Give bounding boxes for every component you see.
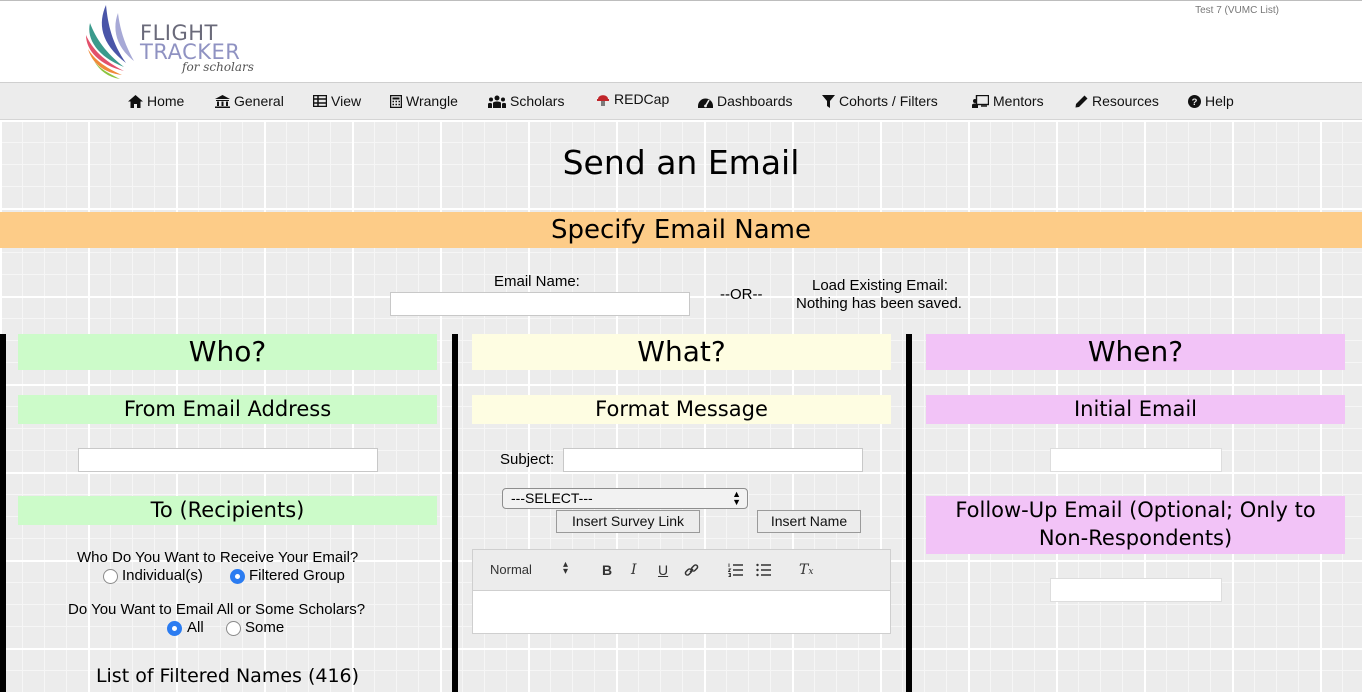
left-border <box>0 334 6 692</box>
page-title: Send an Email <box>562 143 800 182</box>
or-separator: --OR-- <box>720 286 763 303</box>
survey-select[interactable]: ---SELECT--- ▲ ▼ <box>502 488 748 509</box>
top-bar: FLIGHT TRACKER for scholars Test 7 (VUMC… <box>0 0 1362 83</box>
main-nav: Home General View Wrangle Scholars REDCa… <box>0 83 1362 120</box>
follow-up-email-date-input[interactable] <box>1050 578 1222 602</box>
to-recipients-header: To (Recipients) <box>18 496 437 525</box>
who-header: Who? <box>18 334 437 370</box>
filter-icon <box>822 94 835 108</box>
logo-line-for-scholars: for scholars <box>182 60 254 74</box>
nav-help[interactable]: ? Help <box>1188 93 1234 109</box>
survey-select-value: ---SELECT--- <box>511 490 593 506</box>
email-name-input[interactable] <box>390 292 690 316</box>
some-radio-label[interactable]: Some <box>245 619 284 636</box>
bank-icon <box>215 94 230 108</box>
some-radio[interactable] <box>226 621 241 636</box>
nav-dashboards[interactable]: Dashboards <box>698 93 793 109</box>
italic-icon[interactable]: I <box>631 562 637 578</box>
wing-logo-icon <box>86 5 134 79</box>
nav-wrangle-label: Wrangle <box>406 93 458 109</box>
subject-input[interactable] <box>563 448 863 472</box>
editor-toolbar: Normal ▴ ▾ B I U Tx <box>472 549 891 591</box>
nav-view-label: View <box>331 93 362 109</box>
table-icon <box>313 95 327 107</box>
load-existing-email-status: Nothing has been saved. <box>796 295 962 312</box>
filtered-group-radio[interactable] <box>230 569 245 584</box>
individuals-radio-label[interactable]: Individual(s) <box>122 567 203 584</box>
flight-tracker-logo[interactable]: FLIGHT TRACKER for scholars <box>84 3 264 81</box>
message-editor[interactable] <box>472 590 891 634</box>
insert-name-button[interactable]: Insert Name <box>757 510 861 533</box>
all-or-some-question: Do You Want to Email All or Some Scholar… <box>68 601 366 618</box>
project-label: Test 7 (VUMC List) <box>1195 5 1279 16</box>
nav-mentors-label: Mentors <box>993 93 1044 109</box>
filtered-names-list-title: List of Filtered Names (416) <box>95 665 360 687</box>
nav-home[interactable]: Home <box>128 93 184 109</box>
individuals-radio[interactable] <box>103 569 118 584</box>
nav-resources[interactable]: Resources <box>1075 93 1159 109</box>
from-email-input[interactable] <box>78 448 378 472</box>
nav-dashboards-label: Dashboards <box>717 93 793 109</box>
nav-general[interactable]: General <box>215 93 284 109</box>
chalkboard-icon <box>972 94 989 108</box>
clear-formatting-icon[interactable]: Tx <box>799 562 813 578</box>
nav-wrangle[interactable]: Wrangle <box>390 93 458 109</box>
svg-text:?: ? <box>1192 97 1198 108</box>
calculator-icon <box>390 94 402 108</box>
home-icon <box>128 94 143 108</box>
tachometer-icon <box>698 98 713 108</box>
email-name-label: Email Name: <box>494 273 580 290</box>
specify-email-name-banner: Specify Email Name <box>0 212 1362 248</box>
insert-survey-link-button[interactable]: Insert Survey Link <box>556 510 700 533</box>
nav-home-label: Home <box>147 93 185 109</box>
nav-redcap-label: REDCap <box>614 91 670 107</box>
ordered-list-icon[interactable] <box>727 563 743 580</box>
format-dropdown[interactable]: Normal <box>490 562 532 577</box>
format-dropdown-arrows-icon: ▴ ▾ <box>563 559 569 577</box>
nav-cohorts-filters-label: Cohorts / Filters <box>839 93 938 109</box>
link-icon[interactable] <box>684 563 699 581</box>
all-radio-label[interactable]: All <box>187 619 204 636</box>
nav-resources-label: Resources <box>1092 93 1159 109</box>
pencil-icon <box>1075 95 1088 107</box>
nav-scholars[interactable]: Scholars <box>488 93 564 109</box>
what-header: What? <box>472 334 891 370</box>
redcap-icon <box>597 95 609 106</box>
column-divider-1 <box>452 334 458 692</box>
select-arrows-icon: ▲ ▼ <box>732 489 741 507</box>
initial-email-header: Initial Email <box>926 395 1345 424</box>
format-dropdown-value: Normal <box>490 562 532 577</box>
from-email-address-header: From Email Address <box>18 395 437 424</box>
underline-icon[interactable]: U <box>658 562 668 578</box>
when-header: When? <box>926 334 1345 370</box>
nav-scholars-label: Scholars <box>510 93 565 109</box>
nav-help-label: Help <box>1205 93 1234 109</box>
follow-up-email-header: Follow-Up Email (Optional; Only to Non-R… <box>926 496 1345 554</box>
nav-view[interactable]: View <box>313 93 361 109</box>
filtered-group-radio-label[interactable]: Filtered Group <box>249 567 345 584</box>
load-existing-email-label: Load Existing Email: <box>812 277 948 294</box>
nav-redcap[interactable]: REDCap <box>596 91 669 107</box>
nav-cohorts-filters[interactable]: Cohorts / Filters <box>822 93 938 109</box>
nav-mentors[interactable]: Mentors <box>972 93 1044 109</box>
format-message-header: Format Message <box>472 395 891 424</box>
column-divider-2 <box>906 334 912 692</box>
nav-general-label: General <box>234 93 284 109</box>
all-radio[interactable] <box>167 621 182 636</box>
subject-label: Subject: <box>500 451 555 468</box>
users-icon <box>488 95 506 108</box>
recipient-type-question: Who Do You Want to Receive Your Email? <box>77 549 359 566</box>
bullet-list-icon[interactable] <box>756 563 771 580</box>
initial-email-date-input[interactable] <box>1050 448 1222 472</box>
bold-icon[interactable]: B <box>602 562 612 578</box>
question-icon: ? <box>1188 94 1201 108</box>
